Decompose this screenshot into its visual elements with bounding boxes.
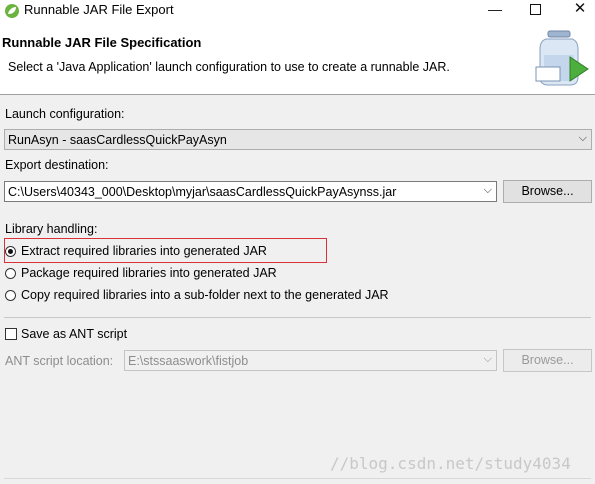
launch-config-select[interactable]: RunAsyn - saasCardlessQuickPayAsyn ⌵ — [4, 129, 592, 150]
spring-leaf-icon — [5, 4, 19, 18]
maximize-icon — [529, 4, 541, 15]
page-description: Select a 'Java Application' launch confi… — [8, 60, 450, 74]
jar-export-icon — [535, 30, 589, 86]
save-ant-label: Save as ANT script — [21, 327, 128, 341]
page-title: Runnable JAR File Specification — [2, 35, 202, 50]
chevron-down-icon: ⌵ — [578, 132, 587, 144]
radio-button[interactable] — [5, 246, 16, 257]
radio-label: Extract required libraries into generate… — [21, 244, 267, 258]
launch-config-label: Launch configuration: — [5, 107, 125, 121]
export-destination-value: C:\Users\40343_000\Desktop\myjar\saasCar… — [8, 185, 397, 199]
wizard-banner: Runnable JAR File Specification Select a… — [0, 22, 595, 95]
ant-location-combo[interactable]: E:\stssaaswork\fistjob ⌵ — [124, 350, 497, 371]
ant-location-value: E:\stssaaswork\fistjob — [128, 354, 249, 368]
maximize-button[interactable] — [520, 0, 550, 20]
export-browse-button[interactable]: Browse... — [503, 180, 592, 203]
minimize-button[interactable]: — — [480, 0, 510, 20]
chevron-down-icon: ⌵ — [483, 184, 492, 196]
export-destination-combo[interactable]: C:\Users\40343_000\Desktop\myjar\saasCar… — [4, 181, 497, 202]
radio-button[interactable] — [5, 290, 16, 301]
title-bar: Runnable JAR File Export — ✕ — [0, 0, 595, 22]
ant-browse-button[interactable]: Browse... — [503, 349, 592, 372]
watermark: //blog.csdn.net/study4034 — [330, 454, 571, 473]
radio-label: Copy required libraries into a sub-folde… — [21, 288, 389, 302]
save-ant-checkbox[interactable] — [5, 328, 17, 340]
export-destination-label: Export destination: — [5, 158, 109, 172]
footer-divider — [4, 478, 591, 479]
radio-label: Package required libraries into generate… — [21, 266, 277, 280]
close-button[interactable]: ✕ — [565, 0, 595, 20]
radio-button[interactable] — [5, 268, 16, 279]
section-divider — [4, 317, 591, 318]
library-handling-label: Library handling: — [5, 222, 98, 236]
chevron-down-icon: ⌵ — [483, 353, 492, 365]
window-title: Runnable JAR File Export — [24, 2, 174, 17]
launch-config-value: RunAsyn - saasCardlessQuickPayAsyn — [8, 133, 227, 147]
ant-location-label: ANT script location: — [5, 354, 114, 368]
